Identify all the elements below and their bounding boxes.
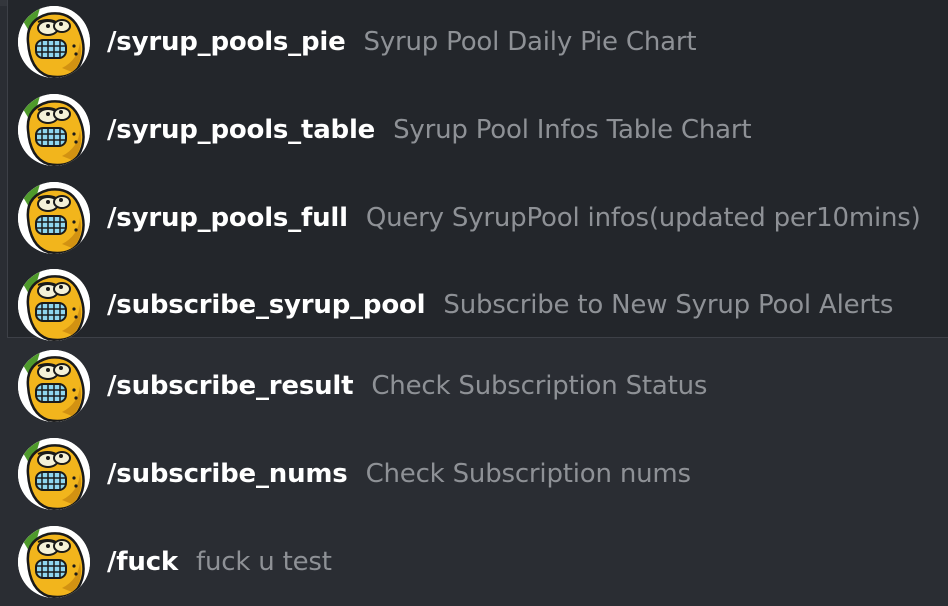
bot-command-list: /syrup_pools_pie Syrup Pool Daily Pie Ch…: [0, 0, 948, 604]
bender-robot-avatar-icon: [18, 526, 90, 598]
command-item[interactable]: /syrup_pools_pie Syrup Pool Daily Pie Ch…: [0, 0, 948, 86]
command-description: Check Subscription Status: [371, 371, 708, 401]
command-description: Subscribe to New Syrup Pool Alerts: [443, 290, 894, 320]
command-name: /subscribe_syrup_pool: [107, 290, 426, 320]
command-description: Check Subscription nums: [365, 459, 691, 489]
command-item[interactable]: /syrup_pools_table Syrup Pool Infos Tabl…: [0, 86, 948, 174]
bender-robot-avatar-icon: [18, 94, 90, 166]
command-description: Syrup Pool Infos Table Chart: [393, 115, 752, 145]
command-description: fuck u test: [196, 547, 332, 577]
command-name: /syrup_pools_pie: [107, 27, 346, 57]
command-description: Syrup Pool Daily Pie Chart: [363, 27, 697, 57]
bender-robot-avatar-icon: [18, 6, 90, 78]
command-item[interactable]: /syrup_pools_full Query SyrupPool infos(…: [0, 174, 948, 262]
bender-robot-avatar-icon: [18, 438, 90, 510]
command-item[interactable]: /subscribe_nums Check Subscription nums: [0, 430, 948, 518]
command-name: /syrup_pools_full: [107, 203, 348, 233]
command-item[interactable]: /subscribe_result Check Subscription Sta…: [0, 342, 948, 430]
command-name: /fuck: [107, 547, 179, 577]
bender-robot-avatar-icon: [18, 182, 90, 254]
bender-robot-avatar-icon: [18, 350, 90, 422]
command-description: Query SyrupPool infos(updated per10mins): [365, 203, 921, 233]
command-item[interactable]: /fuck fuck u test: [0, 518, 948, 606]
bender-robot-avatar-icon: [18, 269, 90, 341]
command-item[interactable]: /subscribe_syrup_pool Subscribe to New S…: [0, 261, 948, 349]
command-name: /subscribe_nums: [107, 459, 348, 489]
command-name: /subscribe_result: [107, 371, 354, 401]
command-name: /syrup_pools_table: [107, 115, 376, 145]
